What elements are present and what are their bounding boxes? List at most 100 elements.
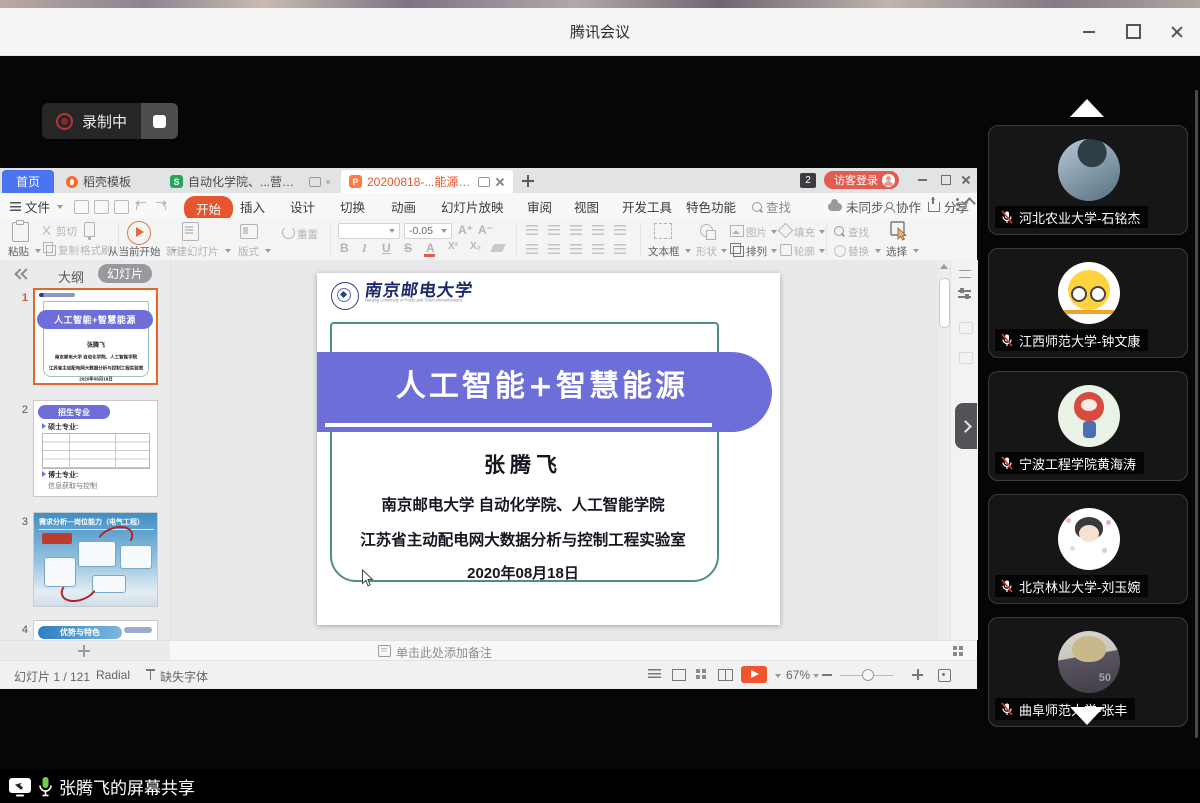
missing-font-label[interactable]: 缺失字体 <box>160 668 208 685</box>
zoom-out-icon[interactable] <box>822 674 832 676</box>
participant-tile[interactable]: 江西师范大学-钟文康 <box>988 248 1188 358</box>
shapes-icon[interactable] <box>700 224 713 237</box>
menu-view-tab[interactable]: 视图 <box>574 197 599 216</box>
replace-button[interactable]: 替换 <box>848 244 869 259</box>
notes-placeholder[interactable]: 单击此处添加备注 <box>396 644 492 661</box>
slideshow-play-button[interactable] <box>741 666 767 683</box>
scrollbar-thumb[interactable] <box>939 278 950 328</box>
paste-button[interactable]: 粘贴 <box>8 244 29 259</box>
reading-view-icon[interactable] <box>718 669 733 681</box>
slide-thumbnail-4[interactable]: 优势与特色 <box>33 620 158 640</box>
strikethrough-button[interactable]: S <box>404 241 412 255</box>
reset-button[interactable]: 重置 <box>297 227 318 242</box>
tab-slides[interactable]: 幻灯片 <box>98 264 152 283</box>
layout-button[interactable]: 版式 <box>238 244 259 259</box>
new-tab-button[interactable] <box>520 173 536 189</box>
bullet-list-icon[interactable] <box>526 225 538 235</box>
text-box-icon[interactable] <box>654 223 672 239</box>
menu-animation-tab[interactable]: 动画 <box>391 197 416 216</box>
line-spacing-icon[interactable] <box>614 225 626 235</box>
fill-button[interactable]: 填充 <box>794 225 815 240</box>
bold-button[interactable]: B <box>340 241 349 255</box>
align-right-icon[interactable] <box>570 244 582 254</box>
increase-font-icon[interactable]: A⁺ <box>458 223 473 237</box>
close-icon[interactable] <box>1166 21 1188 43</box>
settings-sliders-icon[interactable] <box>958 288 971 300</box>
print-preview-icon[interactable] <box>114 200 129 214</box>
format-painter-icon[interactable] <box>84 222 95 237</box>
superscript-button[interactable]: X² <box>448 241 458 252</box>
font-name-select[interactable] <box>338 223 400 239</box>
copy-icon[interactable] <box>46 245 56 256</box>
tab-close-icon[interactable] <box>495 177 505 187</box>
notification-badge[interactable]: 2 <box>800 173 816 188</box>
menu-design-tab[interactable]: 设计 <box>290 197 315 216</box>
menu-file[interactable]: 文件 <box>10 197 63 216</box>
justify-icon[interactable] <box>592 244 604 254</box>
tab-spreadsheet[interactable]: S 自动化学院、...营会议安排表 <box>162 170 338 193</box>
zoom-slider-knob[interactable] <box>862 669 874 681</box>
clear-format-icon[interactable] <box>490 244 506 252</box>
grid-view-icon[interactable] <box>953 646 963 656</box>
numbered-list-icon[interactable] <box>548 225 560 235</box>
notes-toggle-icon[interactable] <box>648 669 661 678</box>
copy-button[interactable]: 复制 <box>58 243 79 258</box>
font-color-button[interactable]: A <box>426 241 435 255</box>
slide-thumbnail-1[interactable]: 人工智能+智慧能源 张腾飞 南京邮电大学 自动化学院、人工智能学院 江苏省主动配… <box>33 288 158 385</box>
participant-tile[interactable]: 河北农业大学-石铭杰 <box>988 125 1188 235</box>
theme-name[interactable]: Radial <box>96 668 130 682</box>
indent-increase-icon[interactable] <box>592 225 604 235</box>
text-direction-icon[interactable] <box>614 244 626 254</box>
normal-view-icon[interactable] <box>672 669 686 681</box>
font-size-select[interactable]: -0.05 <box>404 223 452 239</box>
fill-icon[interactable] <box>778 223 794 239</box>
cut-button[interactable]: 剪切 <box>56 224 77 239</box>
zoom-level[interactable]: 67% <box>786 668 810 682</box>
align-left-icon[interactable] <box>526 244 538 254</box>
arrange-button[interactable]: 排列 <box>746 244 767 259</box>
play-from-current-icon[interactable] <box>127 221 151 245</box>
slide-sorter-icon[interactable] <box>696 669 706 679</box>
tab-docer[interactable]: 稻壳模板 <box>58 170 158 193</box>
outline-icon[interactable] <box>780 244 792 256</box>
underline-button[interactable]: U <box>382 241 391 255</box>
notes-bar[interactable]: 单击此处添加备注 <box>170 640 977 661</box>
expand-panel-tab[interactable] <box>955 403 977 449</box>
format-painter-button[interactable]: 格式刷 <box>80 243 112 258</box>
collapse-panel-icon[interactable] <box>16 270 28 280</box>
sync-status[interactable]: 未同步 <box>828 197 884 216</box>
menu-slideshow-tab[interactable]: 幻灯片放映 <box>441 197 504 216</box>
guest-login-button[interactable]: 访客登录 <box>824 171 899 189</box>
new-slide-icon[interactable] <box>182 222 199 241</box>
pin-icon[interactable] <box>309 177 321 187</box>
outline-button[interactable]: 轮廓 <box>794 244 815 259</box>
indent-decrease-icon[interactable] <box>570 225 582 235</box>
participants-scroll-down-icon[interactable] <box>1070 707 1104 725</box>
share-button[interactable]: 分享 <box>928 197 969 216</box>
collapse-ribbon-icon[interactable] <box>965 195 974 211</box>
undo-icon[interactable] <box>136 200 148 210</box>
select-button[interactable]: 选择 <box>886 244 907 259</box>
slide-thumbnail-3[interactable]: 需求分析—岗位能力（电气工程） <box>33 512 158 607</box>
text-box-button[interactable]: 文本框 <box>648 244 680 259</box>
new-slide-button[interactable]: 新建幻灯片 <box>166 244 219 259</box>
fit-slide-icon[interactable] <box>938 669 951 682</box>
cut-icon[interactable] <box>42 225 52 235</box>
wps-close-icon[interactable] <box>958 172 974 188</box>
replace-icon[interactable] <box>834 245 846 257</box>
wps-minimize-icon[interactable] <box>914 172 930 188</box>
participants-scrollbar[interactable] <box>1195 90 1198 738</box>
redo-icon[interactable] <box>154 200 166 210</box>
wps-restore-icon[interactable] <box>938 172 954 188</box>
paste-icon[interactable] <box>12 222 29 242</box>
maximize-icon[interactable] <box>1122 21 1144 43</box>
print-icon[interactable] <box>94 200 109 214</box>
save-icon[interactable] <box>74 200 89 214</box>
tab-home[interactable]: 首页 <box>2 170 54 193</box>
add-slide-button[interactable] <box>78 645 90 657</box>
menu-devtools-tab[interactable]: 开发工具 <box>622 197 672 216</box>
pin-icon[interactable] <box>478 177 490 187</box>
italic-button[interactable]: I <box>362 241 367 256</box>
select-icon[interactable] <box>890 221 908 246</box>
picture-icon[interactable] <box>730 225 744 237</box>
